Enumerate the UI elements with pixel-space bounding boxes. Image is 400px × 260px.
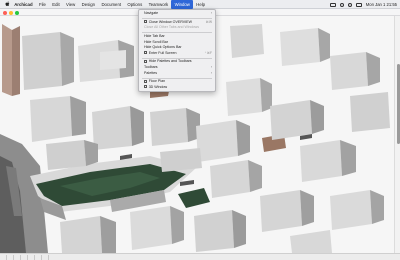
chevron-right-icon: › (210, 11, 212, 15)
menu-separator (142, 57, 212, 59)
scrollbar-thumb[interactable] (396, 64, 400, 144)
toolbars-label: Toolbars (144, 65, 158, 70)
close-window-label: Close Window OVERVIEW (148, 19, 192, 24)
3d-window-label: 3D Window (148, 84, 168, 89)
status-item-2[interactable] (9, 254, 14, 260)
menu-options[interactable]: Options (124, 0, 145, 9)
cube-icon (144, 85, 148, 89)
menu-view[interactable]: View (63, 0, 79, 9)
hide-scroll-bar-label: Hide Scroll Bar (144, 39, 168, 44)
status-item-5[interactable] (30, 254, 35, 260)
floor-plan-label: Floor Plan (148, 79, 166, 84)
window-menu-dropdown: Navigate › Close Window OVERVIEW ⌘W Clos… (138, 9, 216, 92)
floor-plan-icon (144, 79, 148, 83)
menu-design[interactable]: Design (78, 0, 98, 9)
menu-edit[interactable]: Edit (49, 0, 63, 9)
status-item-4[interactable] (23, 254, 28, 260)
menu-file[interactable]: File (36, 0, 49, 9)
menu-item-enter-full-screen[interactable]: Enter Full Screen ⌃⌘F (139, 51, 215, 57)
apple-logo-icon[interactable] (3, 0, 11, 9)
window-icon (144, 20, 148, 24)
hide-palettes-label: Hide Palettes and Toolbars (148, 59, 192, 64)
menu-item-navigate[interactable]: Navigate › (139, 11, 215, 17)
menu-document[interactable]: Document (98, 0, 124, 9)
status-item-3[interactable] (16, 254, 21, 260)
full-screen-shortcut: ⌃⌘F (204, 50, 212, 55)
wifi-icon[interactable] (339, 2, 344, 7)
menu-item-palettes[interactable]: Palettes › (139, 71, 215, 77)
status-item-7[interactable] (44, 254, 49, 260)
clock[interactable]: Mon Jan 1 21:55 (366, 2, 397, 7)
navigate-label: Navigate (144, 11, 159, 15)
full-screen-icon (144, 51, 148, 55)
status-item-1[interactable] (2, 254, 7, 260)
close-all-label: Close All Other Tabs and Windows (144, 25, 200, 30)
search-icon[interactable] (347, 2, 352, 7)
status-area: Mon Jan 1 21:55 (329, 0, 397, 9)
menu-item-3d-window[interactable]: 3D Window (139, 85, 215, 91)
enter-full-screen-label: Enter Full Screen (148, 50, 177, 55)
menu-separator (142, 77, 212, 79)
palettes-label: Palettes (144, 70, 157, 75)
menu-window[interactable]: Window (171, 0, 194, 9)
battery-icon[interactable] (329, 2, 336, 7)
vertical-scrollbar[interactable] (394, 16, 400, 253)
hide-tab-bar-label: Hide Tab Bar (144, 33, 165, 38)
menu-item-close-all: Close All Other Tabs and Windows (139, 25, 215, 31)
quick-options-bar (0, 253, 400, 260)
menu-separator (142, 32, 212, 33)
chevron-right-icon: › (210, 70, 212, 75)
menu-teamwork[interactable]: Teamwork (145, 0, 171, 9)
menu-bar: Archicad File Edit View Design Document … (0, 0, 400, 9)
menu-app-name[interactable]: Archicad (11, 0, 36, 9)
status-item-6[interactable] (37, 254, 42, 260)
control-center-icon[interactable] (355, 2, 362, 7)
menu-separator (142, 17, 212, 19)
hide-quick-options-label: Hide Quick Options Bar (144, 45, 182, 50)
palettes-icon (144, 59, 148, 63)
menu-help[interactable]: Help (193, 0, 208, 9)
